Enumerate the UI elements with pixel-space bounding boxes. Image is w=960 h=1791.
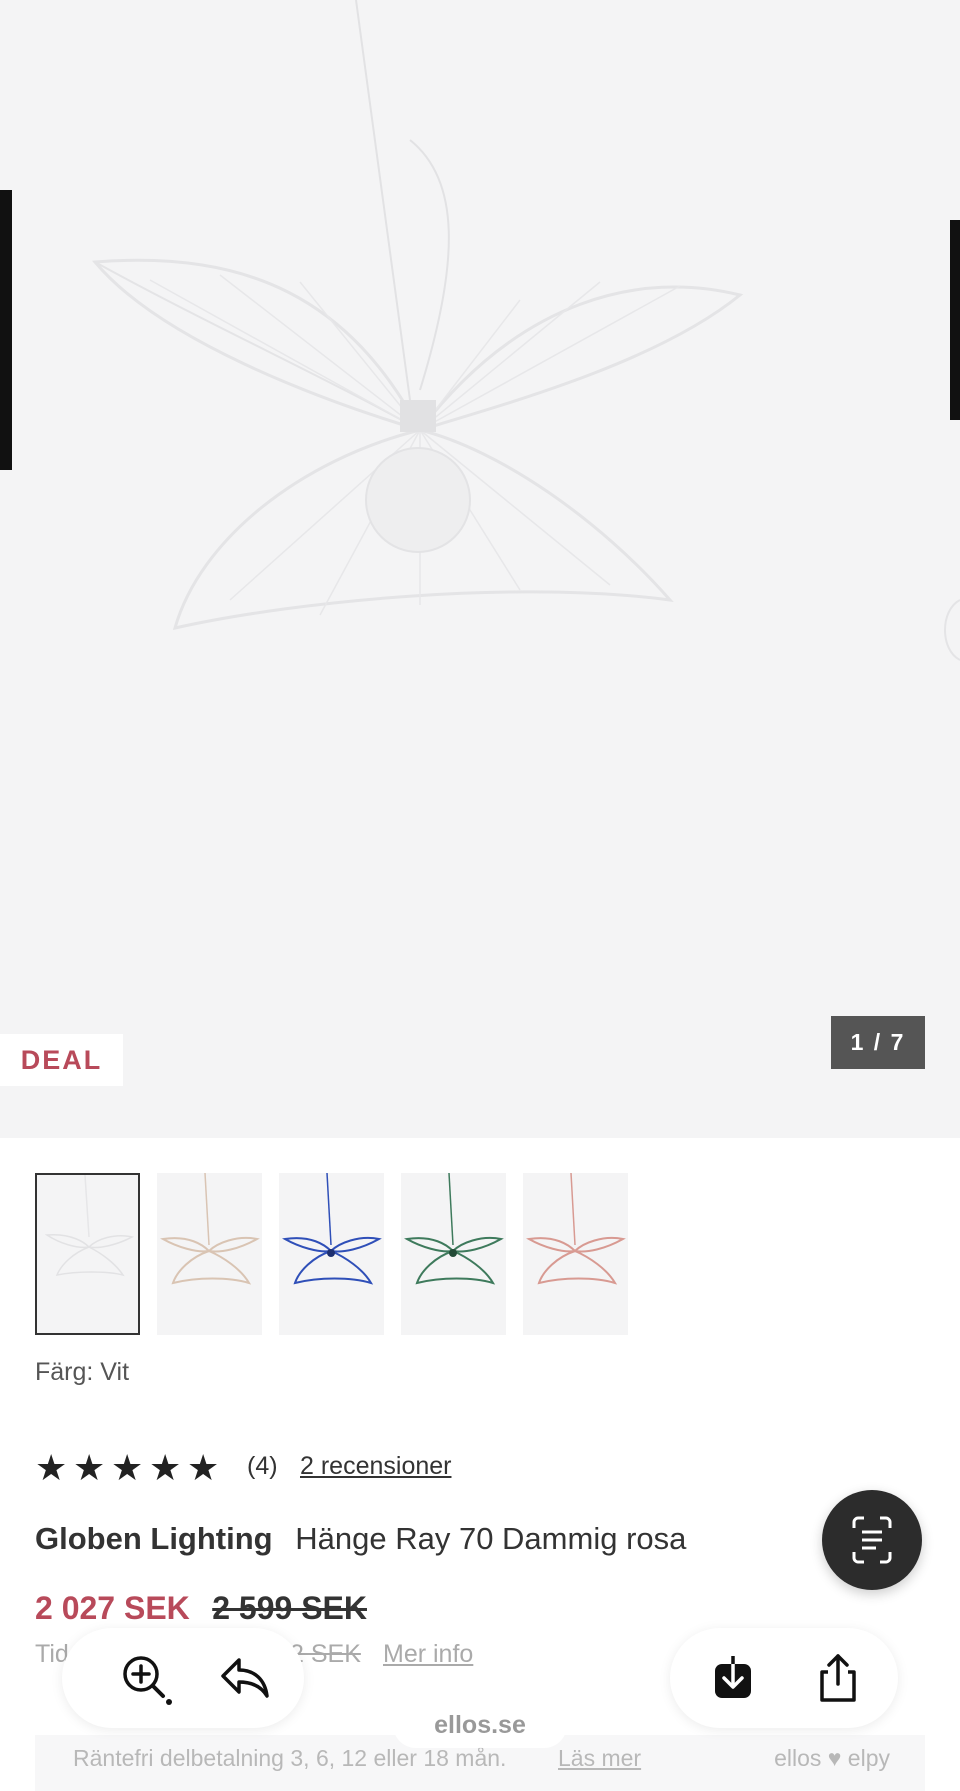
- url-label[interactable]: ellos.se: [393, 1702, 567, 1748]
- lamp-thumbnail-icon: [160, 1173, 260, 1285]
- selected-color-label: Färg: Vit: [35, 1358, 130, 1386]
- pendant-lamp-image: [0, 0, 960, 661]
- reviews-link[interactable]: 2 recensioner: [300, 1452, 451, 1481]
- lamp-thumbnail-icon: [44, 1175, 135, 1277]
- price-row: 2 027 SEK 2 599 SEK: [35, 1590, 367, 1627]
- deal-badge: DEAL: [0, 1034, 123, 1086]
- product-name: Hänge Ray 70 Dammig rosa: [295, 1521, 687, 1556]
- star-icon: ★: [187, 1447, 220, 1488]
- viewer-toolbar-left: [62, 1628, 304, 1728]
- lamp-thumbnail-icon: [282, 1173, 382, 1285]
- viewer-toolbar-right: [670, 1628, 898, 1728]
- save-download-icon[interactable]: [705, 1650, 761, 1706]
- current-price: 2 027 SEK: [35, 1590, 190, 1626]
- original-price: 2 599 SEK: [212, 1590, 367, 1626]
- zoom-in-icon[interactable]: [117, 1650, 173, 1706]
- share-icon[interactable]: [810, 1650, 866, 1706]
- financing-read-more-link[interactable]: Läs mer: [558, 1745, 641, 1772]
- thumbnail-white[interactable]: [35, 1173, 140, 1335]
- star-icon: ★: [35, 1447, 68, 1488]
- thumbnail-blue[interactable]: [279, 1173, 384, 1335]
- more-info-link[interactable]: Mer info: [383, 1640, 473, 1669]
- lamp-thumbnail-icon: [404, 1173, 504, 1285]
- star-icon: ★: [73, 1447, 106, 1488]
- thumbnail-rose[interactable]: [523, 1173, 628, 1335]
- star-icon: ★: [111, 1447, 144, 1488]
- lamp-thumbnail-icon: [526, 1173, 626, 1285]
- thumbnail-green[interactable]: [401, 1173, 506, 1335]
- thumbnail-beige[interactable]: [157, 1173, 262, 1335]
- star-icon: ★: [149, 1447, 182, 1488]
- ellos-elpy-logo: ellos ♥ elpy: [774, 1745, 890, 1771]
- image-counter: 1 / 7: [831, 1016, 925, 1069]
- reply-icon[interactable]: [217, 1650, 273, 1706]
- financing-text: Räntefri delbetalning 3, 6, 12 eller 18 …: [73, 1745, 507, 1771]
- brand-name[interactable]: Globen Lighting: [35, 1521, 273, 1556]
- product-image-gallery[interactable]: DEAL 1 / 7: [0, 0, 960, 1138]
- product-title: Globen Lighting Hänge Ray 70 Dammig rosa: [35, 1521, 686, 1557]
- review-count: (4): [247, 1452, 278, 1480]
- text-scan-icon: [852, 1516, 892, 1564]
- visual-lookup-button[interactable]: [822, 1490, 922, 1590]
